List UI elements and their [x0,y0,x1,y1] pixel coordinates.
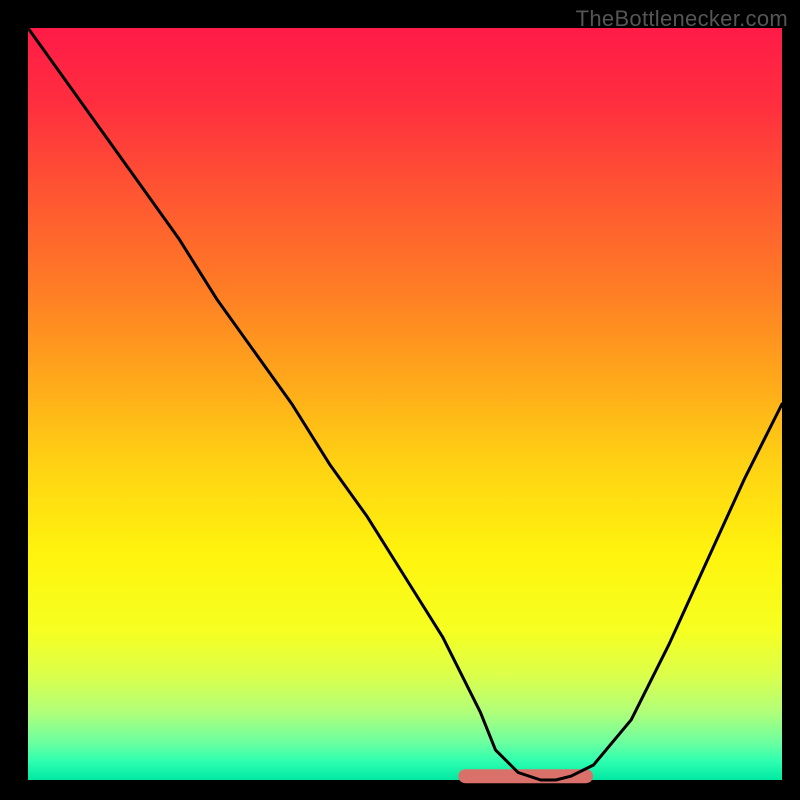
bottleneck-chart [0,0,800,800]
watermark-text: TheBottlenecker.com [576,6,788,32]
chart-container: TheBottlenecker.com [0,0,800,800]
plot-gradient-area [28,28,782,780]
